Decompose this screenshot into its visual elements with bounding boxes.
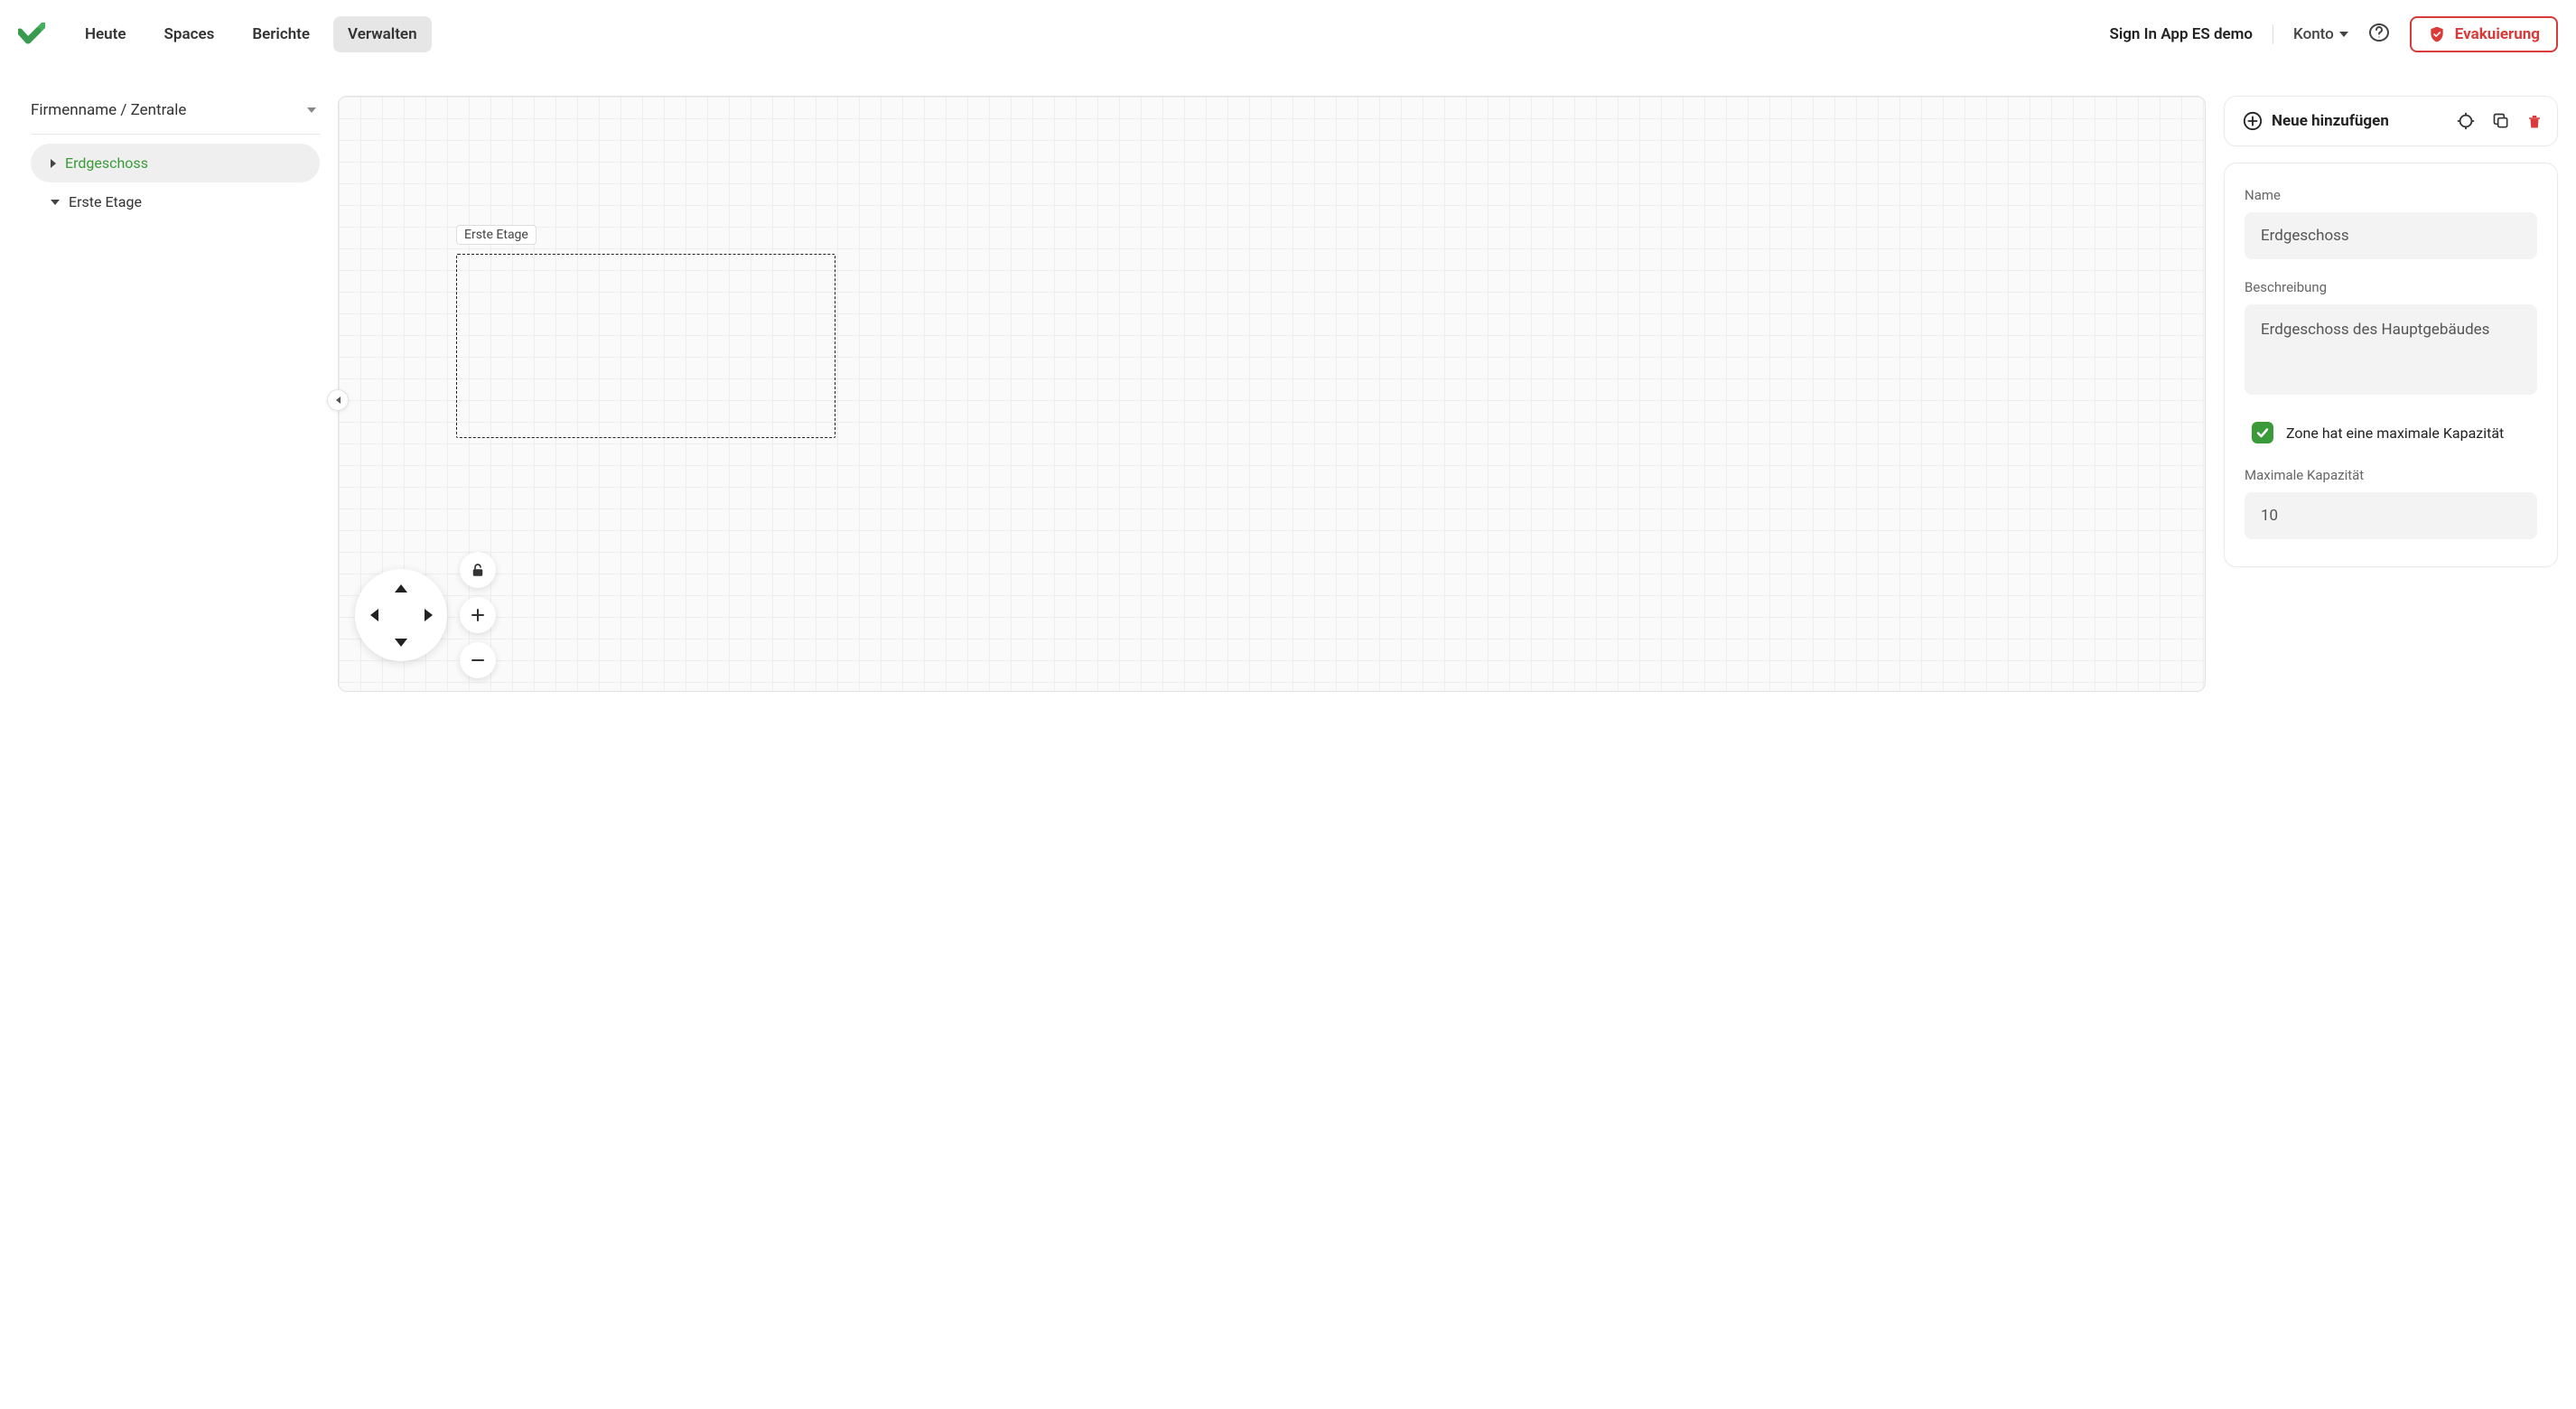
arrow-right-icon [425, 609, 433, 621]
breadcrumb-text: Firmenname / Zentrale [31, 101, 186, 119]
plus-circle-icon [2243, 111, 2263, 131]
properties-panel: Name Beschreibung Zone hat eine maximale… [2224, 163, 2558, 567]
zone-outline[interactable] [456, 254, 835, 438]
main-nav: Heute Spaces Berichte Verwalten [70, 16, 432, 52]
zone[interactable]: Erste Etage [456, 241, 835, 438]
pan-up-button[interactable] [391, 578, 411, 598]
unlock-icon [470, 562, 486, 578]
name-input[interactable] [2245, 212, 2537, 259]
capacity-check-label: Zone hat eine maximale Kapazität [2286, 425, 2504, 442]
zoom-in-button[interactable] [460, 597, 496, 633]
nav-verwalten[interactable]: Verwalten [333, 16, 432, 52]
header-right: Sign In App ES demo Konto Evakuierung [2109, 16, 2558, 52]
check-icon [2255, 425, 2270, 440]
description-field: Beschreibung [2245, 279, 2537, 398]
name-field: Name [2245, 187, 2537, 259]
pan-right-button[interactable] [418, 605, 438, 625]
caret-right-icon [51, 159, 56, 168]
collapse-sidebar-button[interactable] [327, 389, 349, 411]
chevron-down-icon [307, 107, 316, 113]
center-button[interactable] [2456, 111, 2476, 131]
evacuation-button[interactable]: Evakuierung [2410, 16, 2558, 52]
zone-toolbar: Neue hinzufügen [2224, 96, 2558, 146]
add-zone-button[interactable]: Neue hinzufügen [2239, 106, 2393, 136]
nav-heute[interactable]: Heute [70, 16, 141, 52]
account-label: Konto [2293, 25, 2334, 43]
arrow-left-icon [370, 609, 378, 621]
name-label: Name [2245, 187, 2537, 203]
max-capacity-field: Maximale Kapazität [2245, 467, 2537, 539]
evacuation-label: Evakuierung [2455, 25, 2540, 43]
capacity-checkbox[interactable] [2252, 422, 2273, 443]
properties-column: Neue hinzufügen [2224, 96, 2558, 567]
tree-item-erste-etage[interactable]: Erste Etage [31, 182, 320, 221]
help-icon[interactable] [2368, 22, 2390, 47]
pan-wheel [355, 569, 447, 661]
add-zone-label: Neue hinzufügen [2272, 112, 2389, 130]
description-label: Beschreibung [2245, 279, 2537, 295]
delete-button[interactable] [2526, 112, 2543, 130]
max-capacity-input[interactable] [2245, 492, 2537, 539]
capacity-check-row: Zone hat eine maximale Kapazität [2252, 422, 2537, 443]
arrow-up-icon [395, 584, 407, 593]
shield-check-icon [2428, 25, 2446, 43]
caret-down-icon [51, 200, 60, 205]
app-title: Sign In App ES demo [2109, 25, 2253, 43]
zone-label: Erste Etage [456, 225, 537, 245]
app-logo[interactable] [18, 23, 45, 46]
nav-berichte[interactable]: Berichte [238, 16, 324, 52]
canvas-area: Erste Etage [338, 96, 2206, 692]
duplicate-button[interactable] [2492, 112, 2510, 130]
floorplan-canvas[interactable]: Erste Etage [338, 96, 2206, 692]
lock-button[interactable] [460, 552, 496, 588]
header: Heute Spaces Berichte Verwalten Sign In … [0, 0, 2576, 69]
copy-icon [2492, 112, 2510, 130]
max-capacity-label: Maximale Kapazität [2245, 467, 2537, 483]
nav-spaces[interactable]: Spaces [150, 16, 229, 52]
description-input[interactable] [2245, 304, 2537, 395]
tree-item-label: Erdgeschoss [65, 154, 148, 172]
canvas-controls [355, 552, 496, 678]
trash-icon [2526, 112, 2543, 130]
pan-down-button[interactable] [391, 632, 411, 652]
chevron-down-icon [2339, 32, 2348, 37]
tree-item-erdgeschoss[interactable]: Erdgeschoss [31, 144, 320, 182]
zoom-controls [460, 552, 496, 678]
plus-icon [471, 608, 485, 622]
main: Firmenname / Zentrale Erdgeschoss Erste … [0, 69, 2576, 710]
tree-item-label: Erste Etage [69, 193, 142, 210]
sidebar: Firmenname / Zentrale Erdgeschoss Erste … [31, 96, 320, 221]
crosshair-icon [2456, 111, 2476, 131]
pan-left-button[interactable] [364, 605, 384, 625]
floor-tree: Erdgeschoss Erste Etage [31, 144, 320, 221]
minus-icon [471, 653, 485, 667]
account-menu[interactable]: Konto [2293, 25, 2348, 43]
breadcrumb[interactable]: Firmenname / Zentrale [31, 96, 320, 135]
arrow-down-icon [395, 639, 407, 647]
zoom-out-button[interactable] [460, 642, 496, 678]
